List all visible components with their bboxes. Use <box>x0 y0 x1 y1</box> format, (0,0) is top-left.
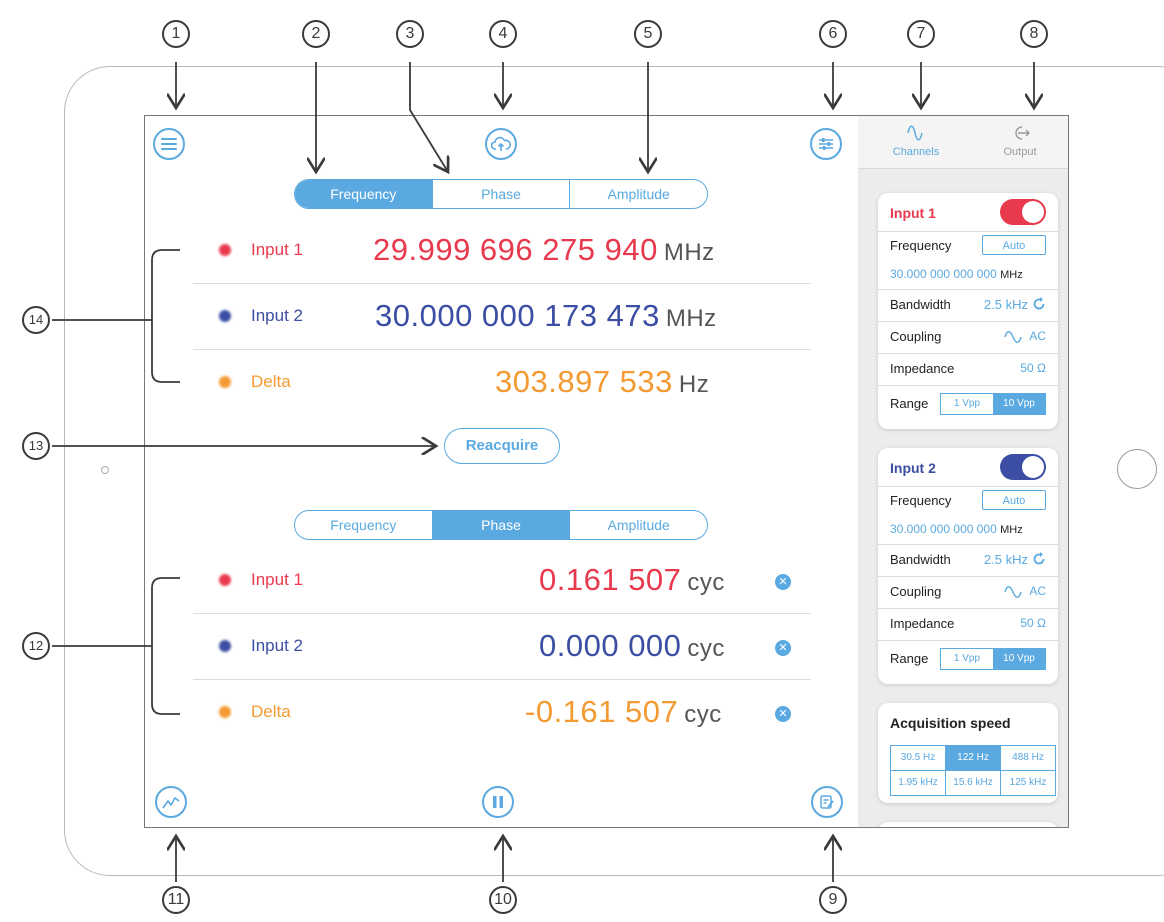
callout-5: 5 <box>634 20 662 48</box>
callout-6: 6 <box>819 20 847 48</box>
callout-1: 1 <box>162 20 190 48</box>
bracket-14 <box>151 249 180 383</box>
callout-7: 7 <box>907 20 935 48</box>
callout-2: 2 <box>302 20 330 48</box>
bracket-12 <box>151 577 180 715</box>
callout-9: 9 <box>819 886 847 914</box>
callout-3: 3 <box>396 20 424 48</box>
callout-13: 13 <box>22 432 50 460</box>
callout-12: 12 <box>22 632 50 660</box>
arrow-3 <box>409 62 448 172</box>
callout-14: 14 <box>22 306 50 334</box>
callout-4: 4 <box>489 20 517 48</box>
annotation-arrows <box>52 62 1164 882</box>
callout-10: 10 <box>489 886 517 914</box>
callout-8: 8 <box>1020 20 1048 48</box>
callout-11: 11 <box>162 886 190 914</box>
